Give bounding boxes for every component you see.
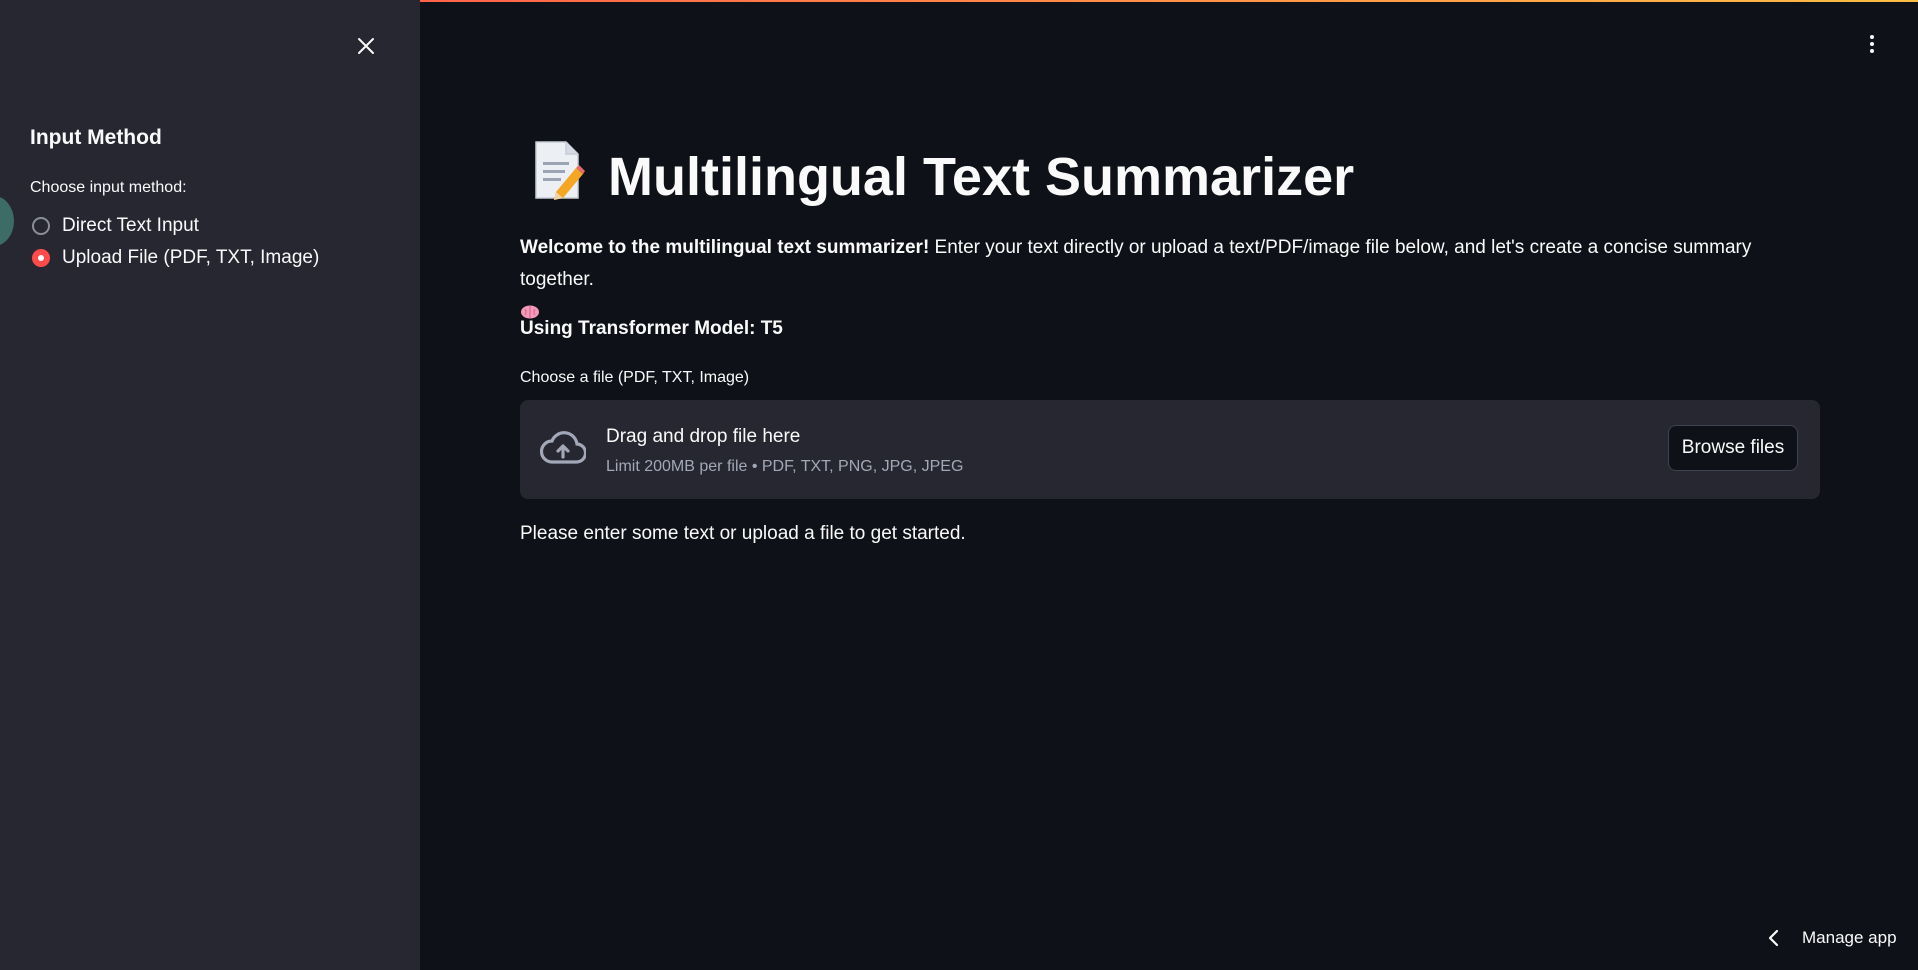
radio-option-label: Upload File (PDF, TXT, Image) <box>62 247 320 268</box>
page-title: Multilingual Text Summarizer <box>530 140 1354 213</box>
radio-group-label: Choose input method: <box>30 179 187 196</box>
status-message: Please enter some text or upload a file … <box>520 523 966 544</box>
kebab-dot <box>1870 49 1874 53</box>
input-method-radio-group: Direct Text Input Upload File (PDF, TXT,… <box>30 210 319 274</box>
browse-files-button[interactable]: Browse files <box>1668 425 1798 471</box>
close-icon <box>358 38 374 54</box>
dropzone-hint: Limit 200MB per file • PDF, TXT, PNG, JP… <box>606 458 964 475</box>
close-sidebar-button[interactable] <box>352 32 380 60</box>
sidebar-title: Input Method <box>30 126 162 149</box>
kebab-dot <box>1870 42 1874 46</box>
model-info: Using Transformer Model: T5 <box>520 318 783 339</box>
radio-option-direct-text[interactable]: Direct Text Input <box>30 210 319 242</box>
radio-option-upload-file[interactable]: Upload File (PDF, TXT, Image) <box>30 242 319 274</box>
welcome-paragraph: Welcome to the multilingual text summari… <box>520 232 1810 328</box>
cloud-upload-icon <box>540 431 586 464</box>
chevron-left-icon <box>1768 929 1779 947</box>
file-dropzone[interactable]: Drag and drop file here Limit 200MB per … <box>520 400 1820 499</box>
radio-button-selected[interactable] <box>32 249 50 267</box>
radio-option-label: Direct Text Input <box>62 215 199 236</box>
manage-app-button[interactable]: Manage app <box>1764 928 1897 948</box>
dropzone-title: Drag and drop file here <box>606 426 801 447</box>
partial-avatar <box>0 196 14 246</box>
welcome-bold-text: Welcome to the multilingual text summari… <box>520 237 930 258</box>
file-uploader-label: Choose a file (PDF, TXT, Image) <box>520 369 750 386</box>
page-title-text: Multilingual Text Summarizer <box>608 146 1355 207</box>
brain-icon <box>521 305 539 319</box>
manage-app-label: Manage app <box>1802 928 1897 947</box>
main-menu-button[interactable] <box>1858 30 1886 58</box>
radio-button-unselected[interactable] <box>32 217 50 235</box>
sidebar: Input Method Choose input method: Direct… <box>0 0 420 970</box>
memo-icon <box>530 140 586 213</box>
kebab-menu-icon <box>1870 35 1874 39</box>
